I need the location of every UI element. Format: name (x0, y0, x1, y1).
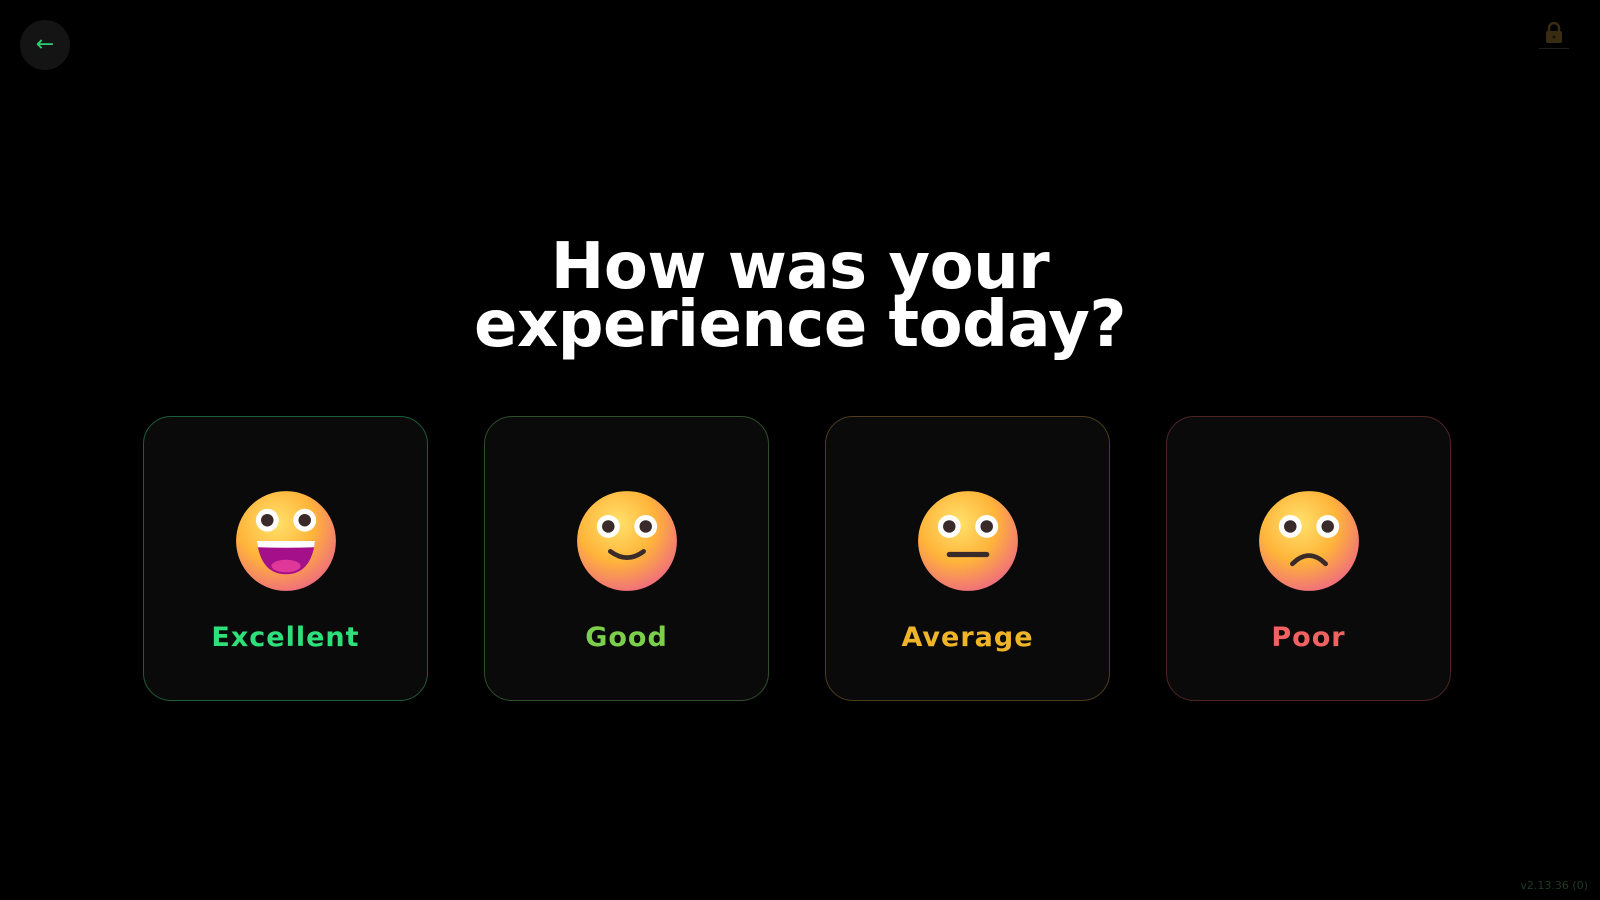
version-label: v2.13.36 (0) (1520, 879, 1588, 892)
page-title: How was your experience today? (0, 235, 1600, 362)
arrow-left-icon: ← (35, 32, 55, 57)
slightly-smiling-face-icon (576, 491, 677, 591)
rating-label: Good (585, 622, 668, 653)
lock-icon (1546, 22, 1562, 43)
rating-card-excellent[interactable]: Excellent (143, 416, 428, 701)
rating-card-poor[interactable]: Poor (1166, 416, 1451, 701)
title-line-2: experience today? (474, 287, 1126, 362)
frowning-face-icon (1258, 491, 1359, 591)
rating-card-good[interactable]: Good (484, 416, 769, 701)
rating-label: Average (901, 622, 1034, 653)
feedback-screen: ← How was your experience today? Excelle… (0, 0, 1600, 900)
lock-button[interactable] (1538, 22, 1570, 54)
rating-card-average[interactable]: Average (825, 416, 1110, 701)
grinning-face-icon (235, 491, 336, 591)
back-button[interactable]: ← (20, 20, 70, 70)
rating-options: Excellent Good Average Poor (143, 416, 1451, 701)
rating-label: Poor (1271, 622, 1346, 653)
lock-underline (1539, 48, 1569, 49)
neutral-face-icon (917, 491, 1018, 591)
rating-label: Excellent (211, 622, 360, 653)
